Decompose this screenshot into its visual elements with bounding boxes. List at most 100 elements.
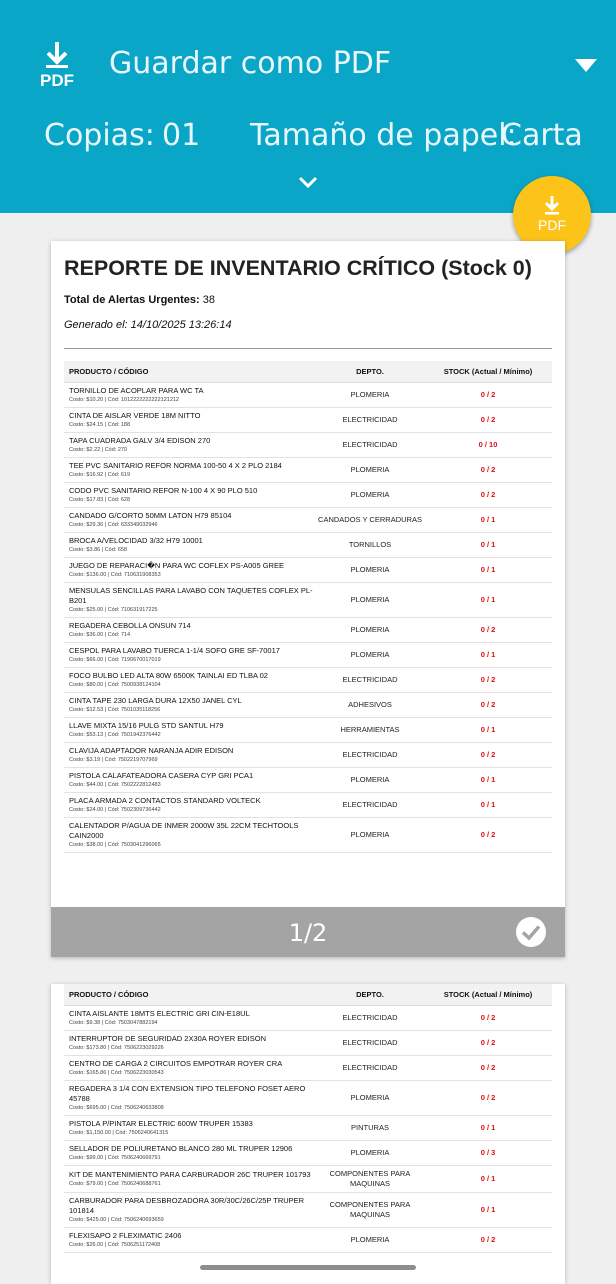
stock-cell: 0 / 2 [424,1227,552,1253]
product-name: CODO PVC SANITARIO REFOR N-100 4 X 90 PL… [69,485,258,495]
table-row: MENSULAS SENCILLAS PARA LAVABO CON TAQUE… [64,582,552,618]
product-name: TAPA CUADRADA GALV 3/4 EDISON 270 [69,435,211,445]
product-cell: CINTA TAPE 230 LARGA DURA 12X50 JANEL CY… [64,692,316,718]
dept-cell: PLOMERIA [316,1227,424,1253]
product-name: PISTOLA CALAFATEADORA CASERA CYP GRI PCA… [69,770,254,780]
product-cell: CENTRO DE CARGA 2 CIRCUITOS EMPOTRAR ROY… [64,1055,316,1081]
product-name: CINTA DE AISLAR VERDE 18M NITTO [69,410,201,420]
product-cost-code: Costo: $38.00 | Cód: 7503041296065 [69,841,161,848]
product-cost-code: Costo: $25.00 | Cód: 710631917225 [69,606,158,613]
table-row: TAPA CUADRADA GALV 3/4 EDISON 270 Costo: … [64,432,552,458]
svg-text:PDF: PDF [538,217,566,233]
table-row: SELLADOR DE POLIURETANO BLANCO 280 ML TR… [64,1140,552,1166]
dept-cell: PLOMERIA [316,1080,424,1116]
product-cost-code: Costo: $9.38 | Cód: 7503047882194 [69,1019,158,1026]
preview-page-1[interactable]: REPORTE DE INVENTARIO CRÍTICO (Stock 0) … [51,241,565,957]
stock-cell: 0 / 1 [424,582,552,618]
stock-cell: 0 / 2 [424,482,552,508]
table-row: CINTA DE AISLAR VERDE 18M NITTO Costo: $2… [64,407,552,433]
dept-cell: PINTURAS [316,1115,424,1141]
product-cost-code: Costo: $3.19 | Cód: 7502219707969 [69,756,158,763]
product-name: CALENTADOR P/AGUA DE INMER 2000W 35L 22C… [69,820,299,840]
product-cell: TORNILLO DE ACOPLAR PARA WC TA Costo: $10… [64,382,316,408]
table-row: TORNILLO DE ACOPLAR PARA WC TA Costo: $10… [64,382,552,408]
product-cell: PISTOLA CALAFATEADORA CASERA CYP GRI PCA… [64,767,316,793]
page-indicator: 1/2 [288,919,328,947]
checkmark-icon[interactable] [515,916,547,948]
copies-value[interactable]: 01 [162,118,200,153]
product-name: TEE PVC SANITARIO REFOR NORMA 100-50 4 X… [69,460,282,470]
dept-cell: ELECTRICIDAD [316,432,424,458]
product-cost-code: Costo: $44.00 | Cód: 7502222812483 [69,781,161,788]
chevron-down-icon[interactable] [296,174,320,190]
product-name: PISTOLA P/PINTAR ELECTRIC 600W TRUPER 15… [69,1118,253,1128]
print-settings-header: PDF Guardar como PDF Copias: 01 Tamaño d… [0,0,616,213]
product-name: KIT DE MANTENIMIENTO PARA CARBURADOR 26C… [69,1169,311,1179]
stock-cell: 0 / 2 [424,1055,552,1081]
product-cell: PISTOLA P/PINTAR ELECTRIC 600W TRUPER 15… [64,1115,316,1141]
table-row: PLACA ARMADA 2 CONTACTOS STANDARD VOLTEC… [64,792,552,818]
product-name: REGADERA 3 1/4 CON EXTENSION TIPO TELEFO… [69,1083,306,1103]
destination-selector[interactable]: Guardar como PDF [109,46,391,81]
stock-cell: 0 / 1 [424,1115,552,1141]
product-cell: FOCO BULBO LED ALTA 80W 6500K TAINLAI ED… [64,667,316,693]
dept-cell: HERRAMIENTAS [316,717,424,743]
table-row: CARBURADOR PARA DESBROZADORA 30R/30C/26C… [64,1192,552,1228]
stock-cell: 0 / 1 [424,507,552,533]
product-name: PLACA ARMADA 2 CONTACTOS STANDARD VOLTEC… [69,795,261,805]
table-row: PISTOLA P/PINTAR ELECTRIC 600W TRUPER 15… [64,1115,552,1141]
stock-cell: 0 / 1 [424,717,552,743]
inventory-table: PRODUCTO / CÓDIGO DEPTO. STOCK (Actual /… [64,361,552,853]
product-cell: LLAVE MIXTA 15/16 PULG STD SANTUL H79 Cos… [64,717,316,743]
stock-cell: 0 / 2 [424,1005,552,1031]
table-row: FOCO BULBO LED ALTA 80W 6500K TAINLAI ED… [64,667,552,693]
product-name: BROCA A/VELOCIDAD 3/32 H79 10001 [69,535,203,545]
table-row: INTERRUPTOR DE SEGURIDAD 2X30A ROYER EDI… [64,1030,552,1056]
product-cell: FLEXISAPO 2 FLEXIMATIC 2406 Costo: $26.00… [64,1227,316,1253]
table-row: LLAVE MIXTA 15/16 PULG STD SANTUL H79 Cos… [64,717,552,743]
stock-cell: 0 / 2 [424,742,552,768]
table-row: REGADERA 3 1/4 CON EXTENSION TIPO TELEFO… [64,1080,552,1116]
dept-cell: TORNILLOS [316,532,424,558]
product-name: TORNILLO DE ACOPLAR PARA WC TA [69,385,204,395]
table-header-row: PRODUCTO / CÓDIGO DEPTO. STOCK (Actual /… [64,984,552,1006]
stock-cell: 0 / 2 [424,667,552,693]
dept-cell: ELECTRICIDAD [316,742,424,768]
table-row: CODO PVC SANITARIO REFOR N-100 4 X 90 PL… [64,482,552,508]
column-header-stock: STOCK (Actual / Mínimo) [424,361,552,383]
inventory-table: PRODUCTO / CÓDIGO DEPTO. STOCK (Actual /… [64,984,552,1253]
stock-cell: 0 / 2 [424,617,552,643]
product-cost-code: Costo: $173.80 | Cód: 7506223029226 [69,1044,164,1051]
stock-cell: 0 / 1 [424,642,552,668]
dept-cell: ELECTRICIDAD [316,1030,424,1056]
dept-cell: ELECTRICIDAD [316,407,424,433]
table-row: KIT DE MANTENIMIENTO PARA CARBURADOR 26C… [64,1165,552,1193]
dept-cell: PLOMERIA [316,582,424,618]
stock-cell: 0 / 1 [424,767,552,793]
product-cell: INTERRUPTOR DE SEGURIDAD 2X30A ROYER EDI… [64,1030,316,1056]
table-row: CALENTADOR P/AGUA DE INMER 2000W 35L 22C… [64,817,552,853]
dept-cell: PLOMERIA [316,767,424,793]
scroll-indicator[interactable] [200,1265,416,1270]
product-cell: CINTA AISLANTE 18MTS ELECTRIC GRI CIN-E1… [64,1005,316,1031]
table-row: CINTA AISLANTE 18MTS ELECTRIC GRI CIN-E1… [64,1005,552,1031]
preview-page-2[interactable]: PRODUCTO / CÓDIGO DEPTO. STOCK (Actual /… [51,984,565,1284]
stock-cell: 0 / 2 [424,1030,552,1056]
paper-size-value[interactable]: Carta [501,118,583,153]
product-cost-code: Costo: $80.00 | Cód: 7500938124104 [69,681,161,688]
dept-cell: PLOMERIA [316,817,424,853]
product-cost-code: Costo: $12.53 | Cód: 7501035118256 [69,706,161,713]
table-row: REGADERA CEBOLLA ONSUN 714 Costo: $36.00 … [64,617,552,643]
dropdown-arrow-icon[interactable] [575,59,597,72]
product-cell: CESPOL PARA LAVABO TUERCA 1-1/4 SOFO GRE… [64,642,316,668]
dept-cell: PLOMERIA [316,617,424,643]
table-row: CENTRO DE CARGA 2 CIRCUITOS EMPOTRAR ROY… [64,1055,552,1081]
product-cost-code: Costo: $16.92 | Cód: 619 [69,471,131,478]
table-row: PISTOLA CALAFATEADORA CASERA CYP GRI PCA… [64,767,552,793]
dept-cell: PLOMERIA [316,557,424,583]
product-name: CINTA AISLANTE 18MTS ELECTRIC GRI CIN-E1… [69,1008,250,1018]
product-cost-code: Costo: $425.00 | Cód: 7506240693659 [69,1216,164,1223]
product-cost-code: Costo: $79.00 | Cód: 7506240688761 [69,1180,161,1187]
table-row: TEE PVC SANITARIO REFOR NORMA 100-50 4 X… [64,457,552,483]
dept-cell: ELECTRICIDAD [316,667,424,693]
